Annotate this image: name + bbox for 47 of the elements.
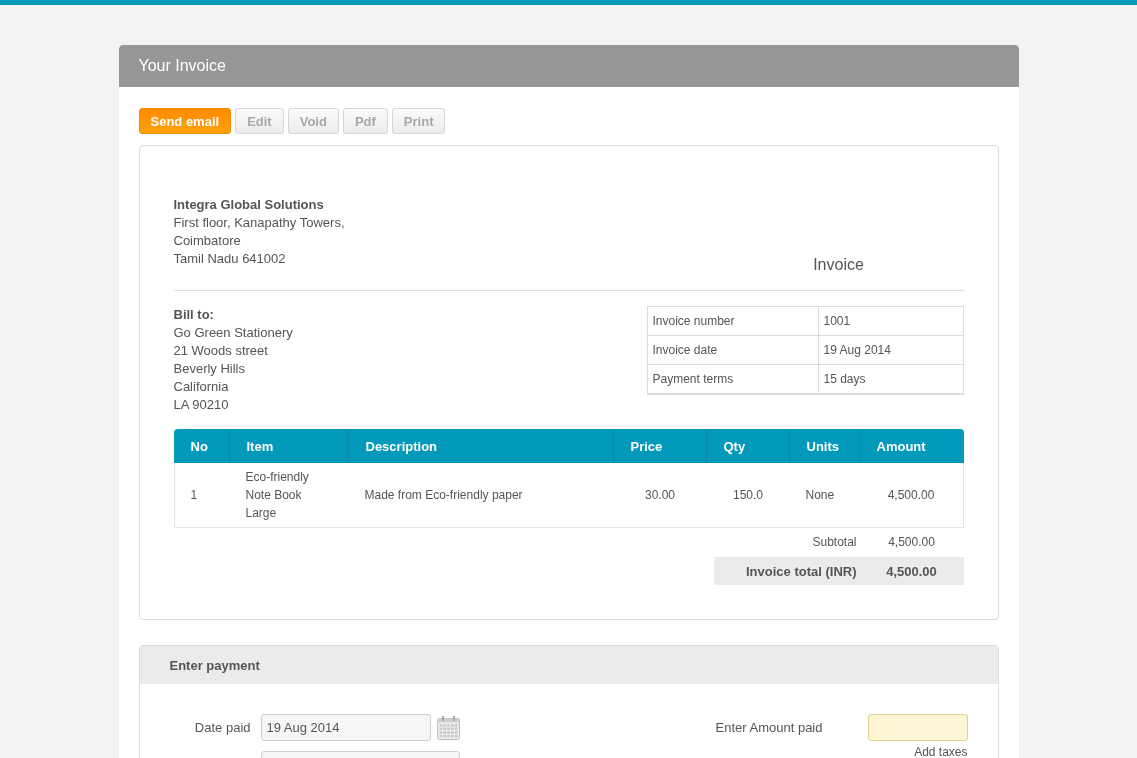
toolbar-button[interactable]: Void <box>287 108 339 134</box>
address-line: Tamil Nadu 641002 <box>173 250 287 268</box>
table-cell: 4,500.00 <box>859 463 964 528</box>
table-cell: 150.0 <box>706 463 790 528</box>
address-line: Beverly Hills <box>173 360 246 378</box>
table-cell: Made from Eco-friendly paper <box>348 463 614 528</box>
address-line: First floor, Kanapathy Towers, <box>173 214 345 232</box>
detail-label: Payment terms <box>647 364 818 394</box>
table-cell: Eco-friendly Note Book Large <box>229 463 349 528</box>
invoice-heading: Invoice <box>812 256 865 274</box>
column-header: No <box>173 429 230 463</box>
total-label: Invoice total (INR) <box>745 563 858 579</box>
toolbar-button[interactable]: Edit <box>235 108 284 134</box>
column-header: Price <box>613 429 707 463</box>
send-button[interactable]: Send email <box>138 108 232 134</box>
field-label: Enter Amount paid <box>715 720 823 735</box>
field-label: Date paid <box>193 720 251 735</box>
date-input[interactable]: 19 Aug 2014 <box>260 714 431 741</box>
total-value: 4,500.00 <box>885 563 938 579</box>
table-cell: None <box>789 463 860 528</box>
panel-title: Your Invoice <box>138 56 226 76</box>
detail-value: 19 Aug 2014 <box>818 335 963 365</box>
subtotal-label: Subtotal <box>811 535 858 549</box>
table-cell: 30.00 <box>613 463 707 528</box>
toolbar-button[interactable]: Pdf <box>342 108 388 134</box>
add-taxes-link[interactable]: Add taxes <box>914 745 968 758</box>
column-header: Qty <box>706 429 790 463</box>
column-header: Amount <box>859 429 964 463</box>
column-header: Description <box>348 429 614 463</box>
subtotal-value: 4,500.00 <box>887 535 936 549</box>
address-line: 21 Woods street <box>173 342 269 360</box>
detail-label: Invoice date <box>647 335 818 365</box>
table-cell: 1 <box>173 463 230 528</box>
address-line: California <box>173 378 230 396</box>
company-name: Integra Global Solutions <box>173 196 325 214</box>
address-line: Go Green Stationery <box>173 324 293 342</box>
calendar-icon[interactable] <box>436 715 460 740</box>
address-line: Coimbatore <box>173 232 242 250</box>
bill-to-label: Bill to: <box>173 306 215 324</box>
column-header: Units <box>789 429 860 463</box>
toolbar-button[interactable]: Print <box>391 108 446 134</box>
address-line: LA 90210 <box>173 396 230 414</box>
payment-title: Enter payment <box>169 657 260 673</box>
amount-input[interactable] <box>867 714 968 741</box>
detail-value: 1001 <box>818 306 963 336</box>
column-header: Item <box>229 429 349 463</box>
detail-label: Invoice number <box>647 306 818 336</box>
